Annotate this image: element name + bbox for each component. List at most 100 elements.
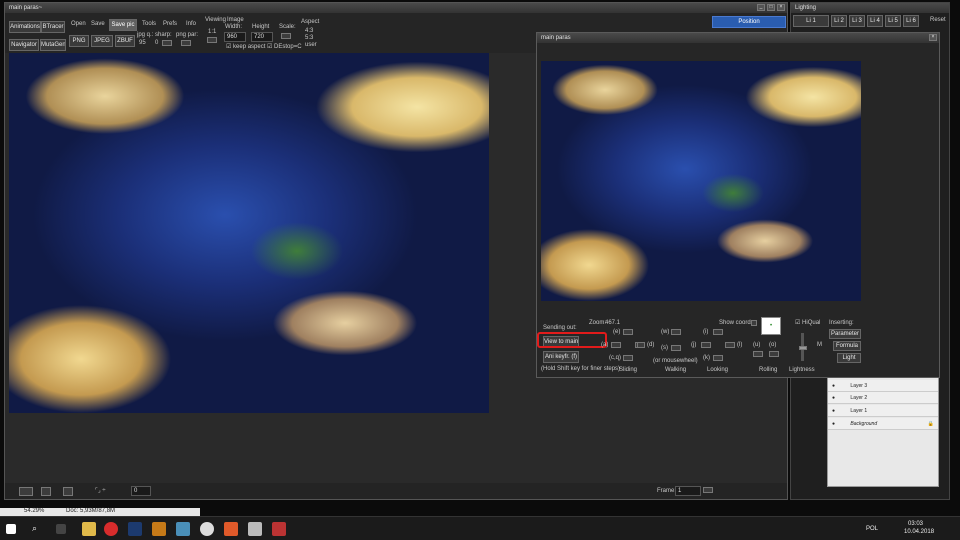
width-input[interactable]: 960 (224, 32, 246, 42)
clock-date[interactable]: 10.04.2018 (904, 529, 934, 536)
key-a-label: (a) (601, 342, 609, 348)
height-input[interactable]: 720 (251, 32, 273, 42)
de-stop-checkbox[interactable]: ☑ DEstop=C (267, 44, 302, 51)
layer-row[interactable]: ● Background 🔒 (828, 418, 938, 430)
save-pic-button[interactable]: Save pic (109, 19, 137, 31)
file-explorer-icon[interactable] (82, 522, 96, 536)
frame-stepper[interactable] (703, 487, 713, 493)
settings-icon[interactable] (200, 522, 214, 536)
layer-row[interactable]: ● Layer 3 (828, 380, 938, 392)
jpg-quality-value[interactable]: 95 (139, 40, 146, 47)
main-render-view[interactable] (9, 53, 489, 413)
show-coords-checkbox[interactable] (751, 320, 757, 326)
scale-stepper[interactable] (281, 33, 291, 39)
mandelbulber-icon[interactable] (272, 522, 286, 536)
jpeg-button[interactable]: JPEG (91, 35, 113, 47)
walk-back-button[interactable] (671, 345, 681, 351)
app-icon-b[interactable] (176, 522, 190, 536)
clock-time[interactable]: 03:03 (908, 521, 923, 528)
viewing-stepper[interactable] (207, 37, 217, 43)
close-icon[interactable]: × (929, 34, 937, 41)
frame-input[interactable]: 1 (675, 486, 701, 496)
viewing-ratio[interactable]: 1:1 (208, 29, 216, 36)
photoshop-icon[interactable] (128, 522, 142, 536)
look-left-button[interactable] (701, 342, 711, 348)
lighting-tab-2[interactable]: Li 2 (831, 15, 847, 27)
preview-fractal-image (541, 61, 861, 301)
ps-zoom-value[interactable]: 54.29% (24, 508, 44, 515)
roll-left-button[interactable] (753, 351, 763, 357)
mousewheel-hint: (or mousewheel) (653, 358, 698, 364)
lighting-tab-6[interactable]: Li 6 (903, 15, 919, 27)
maximize-icon[interactable]: □ (767, 4, 775, 11)
layer-name: Background (850, 421, 878, 427)
walk-forward-button[interactable] (671, 329, 681, 335)
key-e-label: (e) (613, 329, 621, 335)
aspect-user[interactable]: user (305, 42, 317, 49)
layer-row[interactable]: ● Layer 2 (828, 392, 938, 404)
png-par-stepper[interactable] (181, 40, 191, 46)
position-button[interactable]: Position (712, 16, 786, 28)
counter-field[interactable]: 0 (131, 486, 151, 496)
look-up-button[interactable] (713, 329, 723, 335)
show-coords-label: Show coords (719, 320, 754, 326)
layer-name: Layer 2 (850, 395, 868, 401)
mutagen-button[interactable]: MutaGen (40, 39, 66, 51)
sliding-label: Sliding (619, 367, 638, 373)
app-icon-c[interactable] (224, 522, 238, 536)
search-icon[interactable]: ⌕ (32, 524, 37, 533)
height-label: Height (252, 24, 270, 30)
look-down-button[interactable] (713, 355, 723, 361)
png-button[interactable]: PNG (69, 35, 89, 47)
sharp-value[interactable]: 0 (155, 40, 158, 47)
btracer-button[interactable]: BTracer (41, 21, 65, 33)
ani-keyframe-button[interactable]: Ani keyfr. (f) (543, 351, 579, 363)
hiqual-checkbox[interactable]: ☑ HiQual (795, 320, 820, 327)
status-tool-2[interactable] (41, 487, 51, 496)
close-icon[interactable]: × (777, 4, 785, 11)
tools-button[interactable]: Tools (142, 21, 156, 28)
animations-button[interactable]: Animations (9, 21, 41, 33)
lightness-slider-handle[interactable] (799, 346, 807, 350)
lighting-tab-4[interactable]: Li 4 (867, 15, 883, 27)
info-button[interactable]: Info (186, 21, 196, 28)
formula-button[interactable]: Formula (833, 341, 861, 351)
language-indicator[interactable]: POL (866, 526, 878, 533)
save-button[interactable]: Save (91, 21, 105, 28)
slide-up-button[interactable] (623, 329, 633, 335)
task-view-icon[interactable] (56, 524, 66, 534)
aspect-5-3[interactable]: 5:3 (305, 35, 313, 42)
walk-small-button[interactable] (637, 342, 645, 348)
roll-right-button[interactable] (769, 351, 779, 357)
zoom-label: Zoom: (589, 320, 607, 326)
windows-start-icon[interactable] (6, 524, 16, 534)
status-tool-1[interactable] (19, 487, 33, 496)
look-right-button[interactable] (725, 342, 735, 348)
parameter-button[interactable]: Parameter (829, 329, 861, 339)
prefs-button[interactable]: Prefs (163, 21, 177, 28)
light-button[interactable]: Light (837, 353, 861, 363)
slide-down-button[interactable] (623, 355, 633, 361)
minimize-icon[interactable]: _ (757, 4, 765, 11)
status-tool-3[interactable] (63, 487, 73, 496)
app-icon-a[interactable] (152, 522, 166, 536)
aspect-4-3[interactable]: 4:3 (305, 28, 313, 35)
hiqual-label: HiQual (802, 320, 821, 326)
lighting-tab-1[interactable]: Li 1 (793, 15, 829, 27)
color-swatch[interactable]: • (761, 317, 781, 335)
sharp-stepper[interactable] (162, 40, 172, 46)
open-button[interactable]: Open (71, 21, 86, 28)
app-icon-d[interactable] (248, 522, 262, 536)
navigator-button[interactable]: Navigator (9, 39, 39, 51)
key-u-label: (u) (753, 342, 761, 348)
keep-aspect-checkbox[interactable]: ☑ keep aspect (226, 44, 265, 51)
lighting-tab-3[interactable]: Li 3 (849, 15, 865, 27)
key-i-label: (i) (703, 329, 709, 335)
preview-render[interactable] (541, 61, 861, 301)
zbuf-button[interactable]: ZBUF (115, 35, 135, 47)
slide-left-button[interactable] (611, 342, 621, 348)
lighting-tab-5[interactable]: Li 5 (885, 15, 901, 27)
reset-button[interactable]: Reset (930, 17, 946, 24)
opera-icon[interactable] (104, 522, 118, 536)
layer-row[interactable]: ● Layer 1 (828, 405, 938, 417)
